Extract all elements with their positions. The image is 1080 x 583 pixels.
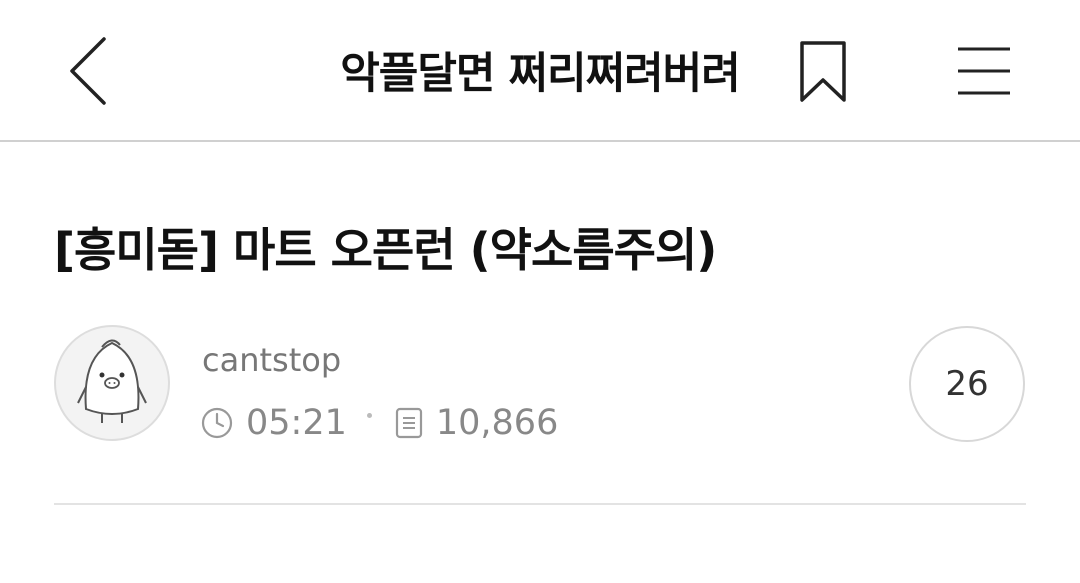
bookmark-button[interactable] [792, 36, 854, 108]
back-button[interactable] [58, 30, 128, 112]
post-meta: 05:21 10,866 [200, 400, 558, 446]
penguin-avatar-icon [77, 339, 147, 423]
hamburger-menu-icon [958, 47, 1010, 95]
document-icon [395, 407, 422, 439]
chevron-left-icon [70, 37, 106, 105]
view-count: 10,866 [435, 403, 559, 443]
clock-icon [201, 407, 233, 439]
bookmark-icon [800, 41, 846, 102]
board-title[interactable]: 악플달면 쩌리쩌려버려 [300, 46, 780, 102]
menu-button[interactable] [950, 40, 1018, 102]
divider [54, 503, 1026, 505]
post-time: 05:21 [246, 403, 347, 443]
author-avatar[interactable] [54, 325, 170, 441]
author-name[interactable]: cantstop [202, 340, 341, 380]
post-title: [흥미돋] 마트 오픈런 (약소름주의) [54, 223, 717, 277]
top-navigation-bar: 악플달면 쩌리쩌려버려 [0, 0, 1080, 142]
comment-count-button[interactable]: 26 [909, 326, 1025, 442]
separator-dot [366, 412, 372, 418]
comment-count: 26 [945, 364, 989, 404]
